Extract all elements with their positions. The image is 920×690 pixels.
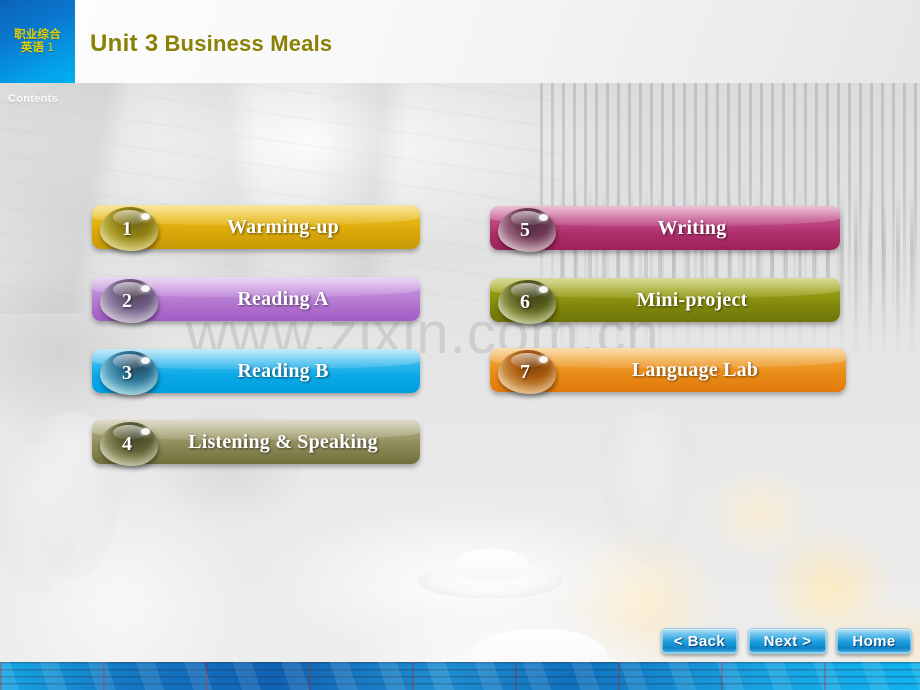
- next-button[interactable]: Next >: [748, 628, 827, 654]
- background-glass-right: [600, 413, 695, 563]
- menu-item-number: 7: [520, 360, 530, 383]
- slide-canvas: www.zixin.com.cn 职业综合 英语 1 Unit 3 Business…: [0, 0, 920, 690]
- menu-item-number: 5: [520, 218, 530, 241]
- menu-item-number: 1: [122, 217, 132, 240]
- menu-item-bubble: 7: [498, 350, 556, 394]
- logo-line-2: 英语: [20, 40, 45, 55]
- menu-item-writing[interactable]: 5 Writing: [490, 206, 840, 252]
- menu-item-bubble: 1: [100, 207, 158, 251]
- footer-bar: [0, 662, 920, 690]
- footer-sheen: [0, 662, 920, 690]
- page-title-topic: Business Meals: [164, 31, 333, 56]
- menu-item-bubble: 6: [498, 280, 556, 324]
- home-button-label: Home: [852, 632, 896, 650]
- menu-item-bubble: 3: [100, 351, 158, 395]
- menu-item-number: 4: [122, 432, 132, 455]
- menu-item-reading-a[interactable]: 2 Reading A: [92, 277, 420, 323]
- page-title-unit: Unit 3: [90, 30, 159, 57]
- menu-item-mini-project[interactable]: 6 Mini-project: [490, 278, 840, 324]
- background-cup-lower: [470, 629, 608, 663]
- menu-item-number: 2: [122, 289, 132, 312]
- home-button[interactable]: Home: [836, 628, 912, 654]
- back-button[interactable]: < Back: [661, 628, 738, 654]
- menu-item-bubble: 5: [498, 208, 556, 252]
- menu-item-number: 6: [520, 290, 530, 313]
- contents-label: Contents: [8, 93, 59, 105]
- logo-volume-number: 1: [47, 41, 55, 55]
- page-title: Unit 3 Business Meals: [90, 30, 332, 58]
- menu-item-language-lab[interactable]: 7 Language Lab: [490, 348, 846, 394]
- menu-item-warming-up[interactable]: 1 Warming-up: [92, 205, 420, 251]
- background-cup-upper: [452, 549, 530, 581]
- menu-item-bubble: 2: [100, 279, 158, 323]
- menu-item-listening-speaking[interactable]: 4 Listening & Speaking: [92, 420, 420, 466]
- menu-item-bubble: 4: [100, 422, 158, 466]
- course-logo: 职业综合 英语 1: [0, 0, 75, 83]
- back-button-label: < Back: [673, 632, 726, 650]
- menu-item-number: 3: [122, 361, 132, 384]
- next-button-label: Next >: [763, 632, 812, 650]
- header-bar: 职业综合 英语 1 Unit 3 Business Meals: [0, 0, 920, 83]
- menu-item-reading-b[interactable]: 3 Reading B: [92, 349, 420, 395]
- logo-line-2-wrap: 英语 1: [21, 41, 55, 54]
